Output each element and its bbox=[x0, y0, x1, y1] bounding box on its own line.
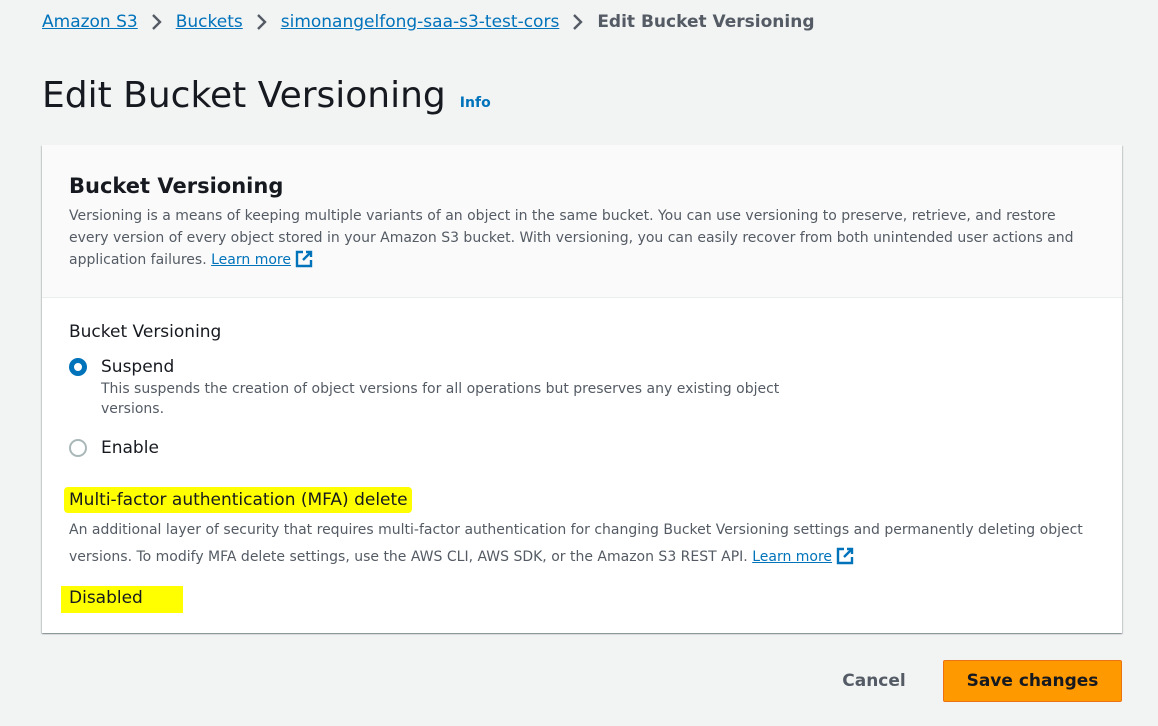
mfa-learn-more-link[interactable]: Learn more bbox=[752, 547, 854, 565]
breadcrumb-amazon-s3[interactable]: Amazon S3 bbox=[42, 10, 138, 34]
radio-unchecked-icon[interactable] bbox=[69, 439, 87, 457]
save-changes-button[interactable]: Save changes bbox=[943, 660, 1122, 702]
panel-header: Bucket Versioning Versioning is a means … bbox=[42, 145, 1122, 298]
mfa-delete-title: Multi-factor authentication (MFA) delete bbox=[64, 487, 412, 513]
versioning-field-label: Bucket Versioning bbox=[69, 322, 222, 342]
chevron-right-icon bbox=[559, 10, 597, 34]
radio-label-enable[interactable]: Enable bbox=[101, 436, 159, 460]
radio-option-enable-text: Enable bbox=[101, 436, 159, 460]
radio-label-suspend[interactable]: Suspend bbox=[101, 355, 821, 379]
edit-bucket-versioning-page: Amazon S3 Buckets simonangelfong-saa-s3-… bbox=[0, 0, 1158, 726]
radio-option-enable[interactable]: Enable bbox=[69, 436, 159, 460]
chevron-right-icon bbox=[138, 10, 176, 34]
radio-description-suspend: This suspends the creation of object ver… bbox=[101, 381, 780, 417]
section-title: Bucket Versioning bbox=[69, 174, 284, 198]
external-link-icon bbox=[836, 547, 854, 565]
page-title: Edit Bucket Versioning bbox=[42, 75, 446, 116]
external-link-icon bbox=[295, 250, 313, 268]
breadcrumb-current: Edit Bucket Versioning bbox=[597, 12, 815, 32]
page-header: Edit Bucket Versioning Info bbox=[42, 72, 491, 120]
section-description: Versioning is a means of keeping multipl… bbox=[69, 205, 1099, 271]
radio-checked-icon[interactable] bbox=[69, 358, 87, 376]
learn-more-link[interactable]: Learn more bbox=[211, 250, 313, 268]
breadcrumb: Amazon S3 Buckets simonangelfong-saa-s3-… bbox=[42, 10, 815, 34]
breadcrumb-bucket-name[interactable]: simonangelfong-saa-s3-test-cors bbox=[281, 10, 560, 34]
breadcrumb-buckets[interactable]: Buckets bbox=[176, 10, 243, 34]
mfa-delete-status: Disabled bbox=[61, 586, 183, 613]
mfa-learn-more-label: Learn more bbox=[752, 549, 833, 565]
bucket-versioning-panel: Bucket Versioning Versioning is a means … bbox=[42, 145, 1122, 633]
mfa-delete-description: An additional layer of security that req… bbox=[69, 517, 1099, 571]
info-link[interactable]: Info bbox=[460, 95, 491, 111]
radio-option-suspend[interactable]: Suspend This suspends the creation of ob… bbox=[69, 355, 821, 419]
mfa-description-text: An additional layer of security that req… bbox=[69, 522, 1083, 565]
chevron-right-icon bbox=[243, 10, 281, 34]
radio-option-suspend-text: Suspend This suspends the creation of ob… bbox=[101, 355, 821, 419]
learn-more-label: Learn more bbox=[211, 252, 291, 268]
cancel-button[interactable]: Cancel bbox=[826, 660, 922, 702]
